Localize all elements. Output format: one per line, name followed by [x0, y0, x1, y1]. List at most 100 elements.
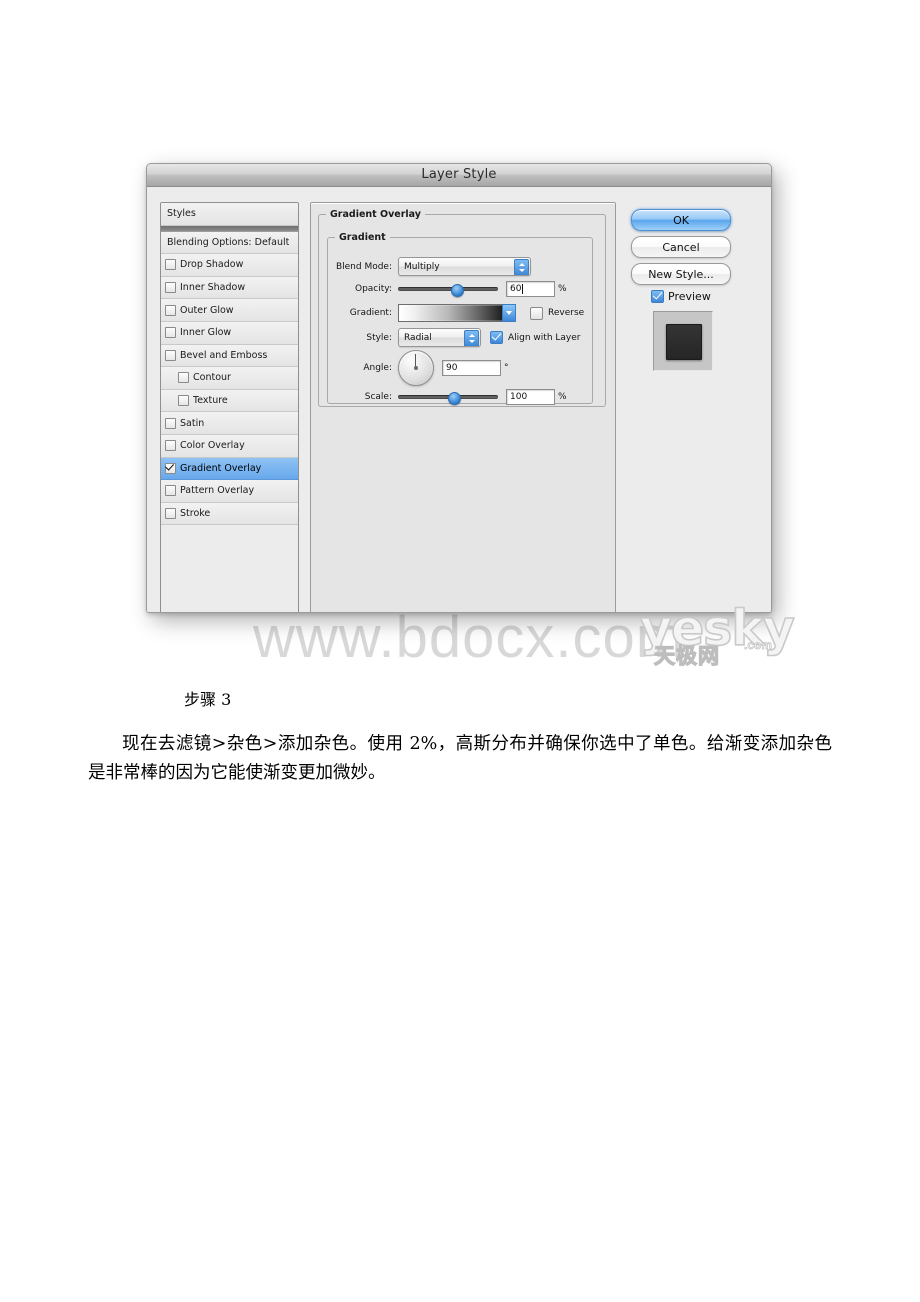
dialog-title: Layer Style	[421, 167, 497, 182]
gradient-row: Gradient: Reverse	[330, 304, 586, 322]
styles-list-item-label: Color Overlay	[180, 440, 245, 452]
chevron-down-icon[interactable]	[502, 304, 516, 322]
styles-list-item-outer-glow[interactable]: Outer Glow	[161, 299, 298, 322]
scale-row: Scale: 100 %	[330, 389, 586, 405]
styles-list-item-inner-glow[interactable]: Inner Glow	[161, 321, 298, 345]
styles-list-item-texture[interactable]: Texture	[161, 389, 298, 413]
checkbox-icon[interactable]	[165, 349, 176, 361]
chevron-updown-icon	[464, 330, 479, 346]
blend-mode-value: Multiply	[404, 261, 440, 272]
gradient-overlay-group-title: Gradient Overlay	[330, 209, 421, 220]
opacity-unit: %	[558, 284, 567, 294]
preview-label: Preview	[668, 290, 711, 303]
opacity-slider[interactable]	[398, 282, 498, 297]
checkbox-icon[interactable]	[165, 304, 176, 316]
blend-mode-row: Blend Mode: Multiply	[330, 257, 582, 276]
align-with-layer-checkbox[interactable]	[490, 331, 503, 344]
opacity-slider-thumb[interactable]	[451, 283, 465, 297]
align-with-layer-label: Align with Layer	[508, 332, 581, 343]
styles-list-item-stroke[interactable]: Stroke	[161, 502, 298, 526]
style-row: Style: Radial Align with Layer	[330, 328, 586, 347]
preview-thumbnail-swatch	[666, 324, 702, 360]
styles-list-item-satin[interactable]: Satin	[161, 412, 298, 435]
step-title: 步骤 3	[184, 690, 232, 709]
opacity-row: Opacity: 60 %	[330, 281, 582, 297]
checkbox-icon[interactable]	[165, 508, 176, 520]
styles-list-item-pattern-overlay[interactable]: Pattern Overlay	[161, 480, 298, 503]
blend-mode-select[interactable]: Multiply	[398, 257, 531, 276]
styles-list-item-label: Inner Glow	[180, 327, 232, 339]
checkbox-icon[interactable]	[165, 327, 176, 339]
watermark-yesky: yesky .com 天极网	[639, 599, 795, 668]
scale-unit: %	[558, 392, 567, 402]
preview-row: Preview	[651, 290, 711, 303]
scale-value: 100	[510, 392, 528, 402]
angle-hub-icon	[413, 365, 418, 370]
dialog-body: Styles Blending Options: Default Drop Shad…	[147, 187, 771, 612]
styles-list-item-label: Outer Glow	[180, 304, 234, 316]
cancel-button[interactable]: Cancel	[631, 236, 731, 258]
step-body: 现在去滤镜>杂色>添加杂色。使用 2%，高斯分布并确保你选中了单色。给渐变添加杂…	[88, 734, 832, 783]
scale-slider-thumb[interactable]	[447, 391, 461, 405]
styles-list-item-label: Blending Options: Default	[167, 236, 290, 248]
gradient-group-title: Gradient	[339, 232, 386, 243]
scale-slider[interactable]	[398, 390, 498, 405]
styles-list-item-label: Gradient Overlay	[180, 462, 262, 474]
new-style-button[interactable]: New Style...	[631, 263, 731, 285]
preview-thumbnail	[653, 311, 713, 371]
styles-list-item-bevel-and-emboss[interactable]: Bevel and Emboss	[161, 344, 298, 368]
gradient-group: Gradient Blend Mode: Multiply Opacity: 6…	[327, 232, 593, 405]
reverse-label: Reverse	[548, 308, 585, 318]
angle-dial[interactable]	[398, 350, 434, 386]
blend-mode-label: Blend Mode:	[335, 261, 392, 272]
checkbox-icon[interactable]	[178, 395, 189, 407]
style-value: Radial	[404, 332, 432, 343]
style-select[interactable]: Radial	[398, 328, 481, 347]
angle-row: Angle: 90 °	[330, 350, 586, 386]
checkbox-icon[interactable]	[178, 372, 189, 384]
styles-list-item-label: Drop Shadow	[180, 259, 244, 271]
gradient-swatch[interactable]	[398, 304, 516, 322]
checkbox-icon[interactable]	[165, 440, 176, 452]
gradient-overlay-group: Gradient Overlay Gradient Blend Mode: Mu…	[318, 209, 606, 407]
layer-style-dialog: Layer Style Styles Blending Options: Defa…	[146, 163, 772, 613]
styles-list-item-label: Styles	[167, 208, 196, 220]
scale-label: Scale:	[364, 392, 392, 402]
styles-list-item-drop-shadow[interactable]: Drop Shadow	[161, 254, 298, 277]
styles-list-item-gradient-overlay[interactable]: Gradient Overlay	[161, 457, 298, 481]
chevron-updown-icon	[514, 259, 529, 275]
checkbox-icon[interactable]	[165, 462, 176, 474]
gradient-overlay-panel: Gradient Overlay Gradient Blend Mode: Mu…	[310, 202, 616, 612]
watermark-yesky-cn: 天极网	[653, 643, 720, 668]
styles-list-item-label: Bevel and Emboss	[180, 349, 268, 361]
styles-list-item-label: Contour	[193, 372, 231, 384]
checkbox-icon[interactable]	[165, 485, 176, 497]
checkbox-icon[interactable]	[165, 417, 176, 429]
preview-checkbox[interactable]	[651, 290, 664, 303]
styles-list-item-inner-shadow[interactable]: Inner Shadow	[161, 276, 298, 300]
angle-label: Angle:	[363, 363, 392, 373]
opacity-slider-track	[398, 287, 498, 291]
angle-input[interactable]: 90	[442, 360, 501, 376]
reverse-checkbox[interactable]	[530, 306, 543, 320]
styles-list-item-styles[interactable]: Styles	[161, 203, 298, 226]
styles-list-item-label: Satin	[180, 417, 205, 429]
angle-unit: °	[504, 363, 509, 373]
styles-list-item-blending-options-default[interactable]: Blending Options: Default	[161, 231, 298, 255]
checkbox-icon[interactable]	[165, 282, 176, 294]
styles-list-item-contour[interactable]: Contour	[161, 367, 298, 390]
styles-list-item-label: Stroke	[180, 508, 211, 520]
dialog-titlebar[interactable]: Layer Style	[147, 164, 771, 187]
styles-list-item-label: Texture	[193, 395, 228, 407]
styles-list-item-color-overlay[interactable]: Color Overlay	[161, 434, 298, 458]
scale-input[interactable]: 100	[506, 389, 555, 405]
page-root: www.bdocx.com yesky .com 天极网 Layer Style…	[0, 0, 920, 1302]
opacity-value: 60	[510, 284, 522, 294]
ok-button[interactable]: OK	[631, 209, 731, 231]
checkbox-icon[interactable]	[165, 259, 176, 271]
styles-list-item-label: Pattern Overlay	[180, 485, 255, 497]
opacity-input[interactable]: 60	[506, 281, 555, 297]
watermark-bdocx: www.bdocx.com	[253, 605, 686, 670]
styles-list-item-label: Inner Shadow	[180, 282, 246, 294]
styles-list[interactable]: Styles Blending Options: Default Drop Shad…	[160, 202, 299, 612]
